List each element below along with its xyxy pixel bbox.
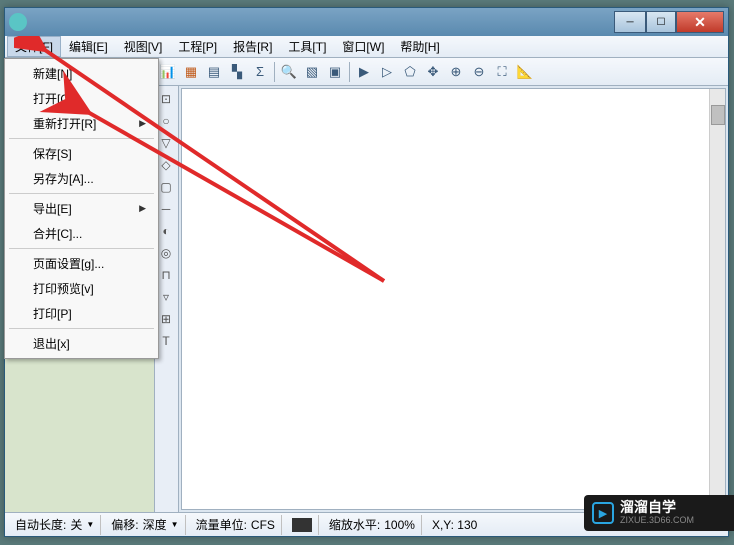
- scroll-thumb[interactable]: [711, 105, 725, 125]
- auto-length-value: 关: [70, 516, 82, 533]
- menu-help[interactable]: 帮助[H]: [392, 36, 447, 57]
- zoom-value: 100%: [384, 518, 415, 532]
- file-open[interactable]: 打开[O]...: [5, 86, 158, 111]
- tb-polygon-icon[interactable]: ⬠: [399, 61, 421, 83]
- tb-zoomin-icon[interactable]: ⊕: [445, 61, 467, 83]
- tb-zoom-icon[interactable]: 🔍: [278, 61, 300, 83]
- menu-report[interactable]: 报告[R]: [225, 36, 280, 57]
- status-zoom: 缩放水平: 100%: [323, 515, 422, 535]
- file-print[interactable]: 打印[P]: [5, 301, 158, 326]
- offset-label: 偏移:: [111, 516, 138, 533]
- submenu-arrow-icon: ▶: [139, 118, 146, 129]
- file-dropdown: 新建[N] 打开[O]... 重新打开[R]▶ 保存[S] 另存为[A]... …: [4, 58, 159, 359]
- flow-unit-value: CFS: [251, 518, 275, 532]
- dropdown-icon: ▼: [171, 520, 179, 529]
- file-new[interactable]: 新建[N]: [5, 61, 158, 86]
- app-icon: [9, 13, 27, 31]
- file-print-preview[interactable]: 打印预览[v]: [5, 276, 158, 301]
- tb-graph-icon[interactable]: ▚: [226, 61, 248, 83]
- tb-zoomout-icon[interactable]: ⊖: [468, 61, 490, 83]
- file-merge[interactable]: 合并[C]...: [5, 221, 158, 246]
- maximize-button[interactable]: ☐: [646, 11, 676, 33]
- titlebar: ─ ☐ ✕: [5, 8, 728, 36]
- menu-view[interactable]: 视图[V]: [116, 36, 171, 57]
- window-controls: ─ ☐ ✕: [614, 11, 724, 33]
- close-button[interactable]: ✕: [676, 11, 724, 33]
- tb-layers-icon[interactable]: ▧: [301, 61, 323, 83]
- status-coords: X,Y: 130: [426, 515, 483, 535]
- menubar: 文件[F] 编辑[E] 视图[V] 工程[P] 报告[R] 工具[T] 窗口[W…: [5, 36, 728, 58]
- file-export[interactable]: 导出[E]▶: [5, 196, 158, 221]
- tb-pan-icon[interactable]: ✥: [422, 61, 444, 83]
- tb-detail-icon[interactable]: ▣: [324, 61, 346, 83]
- menu-separator: [9, 248, 154, 249]
- menu-window[interactable]: 窗口[W]: [334, 36, 392, 57]
- submenu-arrow-icon: ▶: [139, 203, 146, 214]
- progress-icon: [292, 518, 312, 532]
- vertical-scrollbar[interactable]: [709, 89, 725, 509]
- file-save[interactable]: 保存[S]: [5, 141, 158, 166]
- watermark-sub: ZIXUE.3D66.COM: [620, 516, 694, 526]
- file-page-setup[interactable]: 页面设置[g]...: [5, 251, 158, 276]
- tb-chart-icon[interactable]: 📊: [157, 61, 179, 83]
- tb-extent-icon[interactable]: ⛶: [491, 61, 513, 83]
- menu-file[interactable]: 文件[F]: [7, 36, 61, 57]
- coords-value: X,Y: 130: [432, 518, 477, 532]
- status-offset[interactable]: 偏移: 深度 ▼: [105, 515, 185, 535]
- menu-separator: [9, 328, 154, 329]
- file-saveas[interactable]: 另存为[A]...: [5, 166, 158, 191]
- canvas[interactable]: [181, 88, 726, 510]
- dropdown-icon: ▼: [86, 520, 94, 529]
- auto-length-label: 自动长度:: [15, 516, 66, 533]
- menu-edit[interactable]: 编辑[E]: [61, 36, 116, 57]
- tb-table-icon[interactable]: ▤: [203, 61, 225, 83]
- watermark-title: 溜溜自学: [620, 500, 694, 515]
- tb-pointer-icon[interactable]: ▶: [353, 61, 375, 83]
- watermark: ▶ 溜溜自学 ZIXUE.3D66.COM: [584, 495, 734, 531]
- menu-separator: [9, 138, 154, 139]
- status-flow-unit[interactable]: 流量单位: CFS: [190, 515, 282, 535]
- tb-measure-icon[interactable]: 📐: [514, 61, 536, 83]
- tb-select-icon[interactable]: ▷: [376, 61, 398, 83]
- menu-project[interactable]: 工程[P]: [170, 36, 225, 57]
- tb-grid-icon[interactable]: ▦: [180, 61, 202, 83]
- status-auto-length[interactable]: 自动长度: 关 ▼: [9, 515, 101, 535]
- file-reopen[interactable]: 重新打开[R]▶: [5, 111, 158, 136]
- menu-tools[interactable]: 工具[T]: [280, 36, 334, 57]
- flow-unit-label: 流量单位:: [196, 516, 247, 533]
- minimize-button[interactable]: ─: [614, 11, 646, 33]
- tb-stats-icon[interactable]: Σ: [249, 61, 271, 83]
- status-progress: [286, 515, 319, 535]
- file-exit[interactable]: 退出[x]: [5, 331, 158, 356]
- menu-separator: [9, 193, 154, 194]
- zoom-label: 缩放水平:: [329, 516, 380, 533]
- offset-value: 深度: [143, 516, 167, 533]
- play-icon: ▶: [592, 502, 614, 524]
